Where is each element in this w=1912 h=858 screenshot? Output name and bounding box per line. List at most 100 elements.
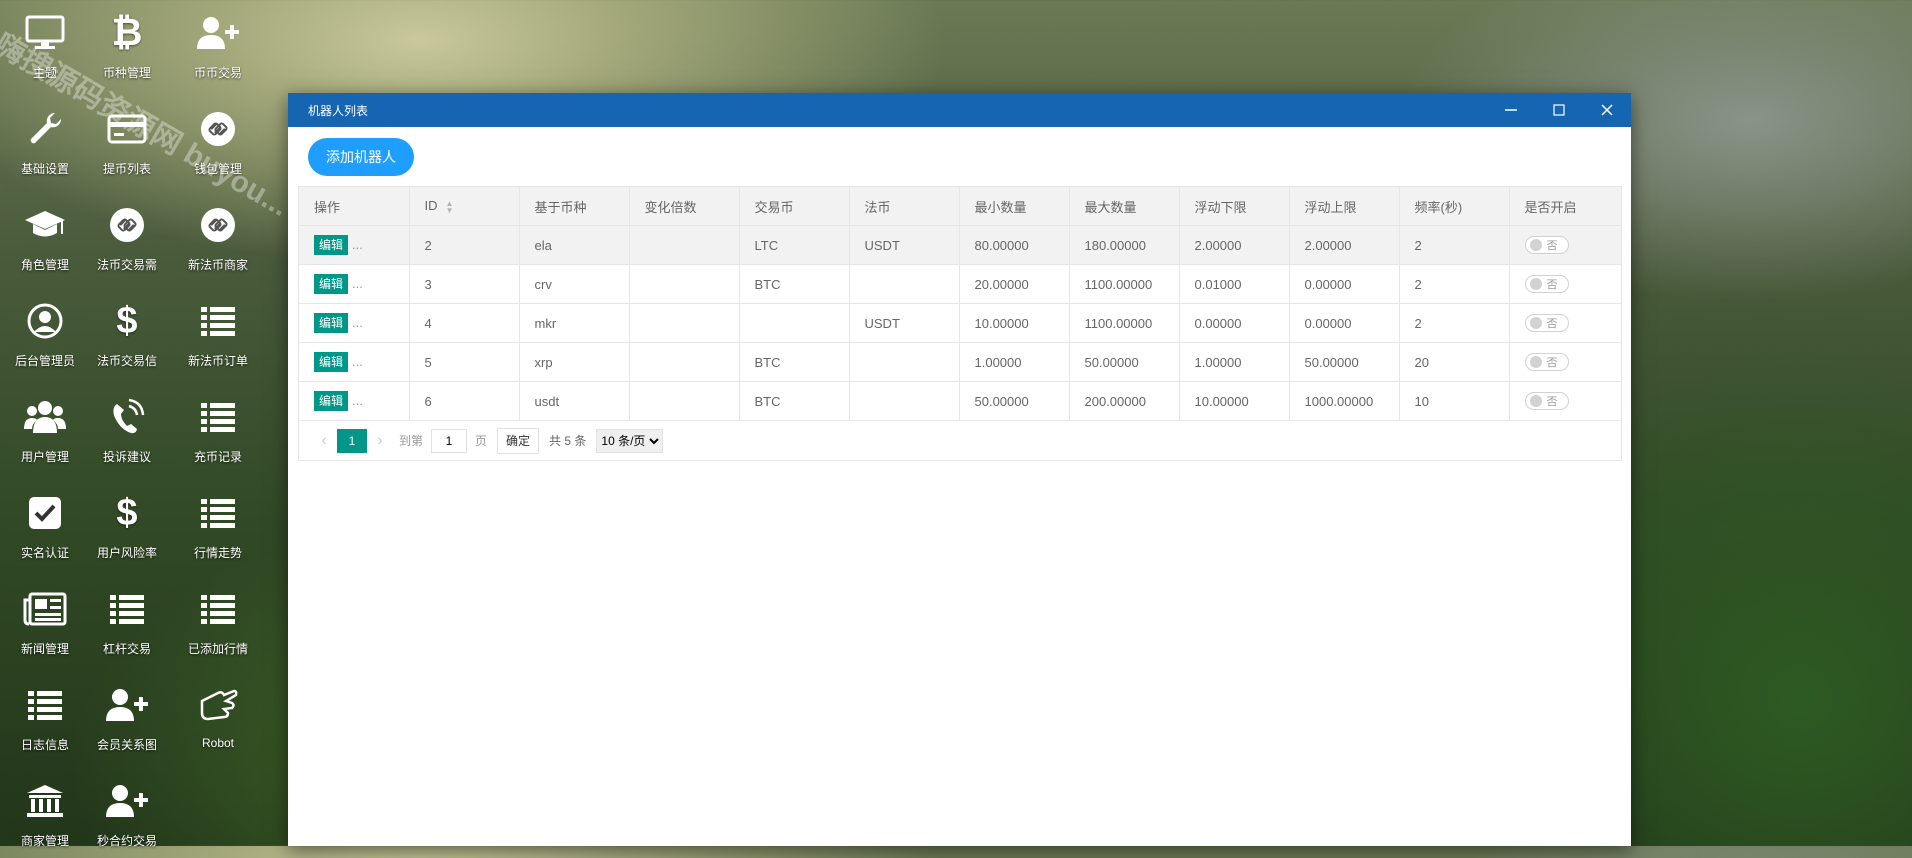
desktop-icon[interactable]: 用户管理 <box>0 384 90 474</box>
desktop-icon-label: 用户风险率 <box>96 546 157 560</box>
wrench-icon <box>20 104 70 154</box>
desktop-icon[interactable]: 钱包管理 <box>173 96 263 186</box>
desktop-icon-label: 法币交易需 <box>96 258 157 272</box>
desktop-icon[interactable]: 投诉建议 <box>82 384 172 474</box>
desktop-icon[interactable]: $ 用户风险率 <box>82 480 172 570</box>
edit-button[interactable]: 编辑 <box>314 274 349 294</box>
desktop-icon-label: 实名认证 <box>20 546 69 560</box>
desktop-icon[interactable]: 行情走势 <box>173 480 263 570</box>
desktop-icon-label: 币种管理 <box>102 66 151 80</box>
desktop-icon[interactable]: 新法币订单 <box>173 288 263 378</box>
desktop-icon[interactable]: Robot <box>173 672 263 762</box>
desktop-icon[interactable]: 商家管理 <box>0 768 90 858</box>
goto-page-input[interactable] <box>431 428 468 453</box>
list-icon <box>193 584 243 634</box>
desktop-icon[interactable]: ₿ 币种管理 <box>82 0 172 90</box>
toggle-label: 否 <box>1546 396 1558 408</box>
enabled-toggle[interactable]: 否 <box>1524 353 1569 371</box>
chain-link-icon <box>193 200 243 250</box>
desktop-icon-label: 法币交易信 <box>96 354 157 368</box>
desktop-icon[interactable]: 日志信息 <box>0 672 90 762</box>
table-row: 编辑... 2 ela LTC USDT 80.00000 180.00000 2.00000… <box>299 225 1621 265</box>
graduation-cap-icon <box>20 200 70 250</box>
minimize-icon[interactable] <box>1487 93 1535 127</box>
header-id[interactable]: ID ▲ ▼ <box>409 187 520 226</box>
desktop-icon-label: 杠杆交易 <box>102 642 151 656</box>
desktop-icon[interactable]: 币币交易 <box>173 0 263 90</box>
cell-fiat: USDT <box>849 303 960 343</box>
desktop-icon[interactable]: 充币记录 <box>173 384 263 474</box>
desktop-icon-label: 商家管理 <box>20 834 69 848</box>
desktop-icon-label: 角色管理 <box>20 258 69 272</box>
cell-fiat <box>849 342 960 382</box>
desktop-icon[interactable]: 会员关系图 <box>82 672 172 762</box>
cell-float-low: 0.00000 <box>1179 303 1290 343</box>
enabled-toggle[interactable]: 否 <box>1524 392 1569 410</box>
desktop-icon-label: 币币交易 <box>193 66 242 80</box>
desktop-icon[interactable]: 杠杆交易 <box>82 576 172 666</box>
cell-action: 编辑... <box>299 381 410 421</box>
user-circle-icon <box>20 296 70 346</box>
current-page[interactable]: 1 <box>337 428 367 453</box>
desktop-icon[interactable]: 已添加行情 <box>173 576 263 666</box>
edit-button[interactable]: 编辑 <box>314 352 349 372</box>
enabled-toggle[interactable]: 否 <box>1524 275 1569 293</box>
desktop-icon[interactable]: 后台管理员 <box>0 288 90 378</box>
desktop-icon[interactable]: 主题 <box>0 0 90 90</box>
dollar-icon: $ <box>116 492 138 534</box>
more-actions[interactable]: ... <box>352 237 363 252</box>
cell-trade-coin: BTC <box>739 264 850 304</box>
more-actions[interactable]: ... <box>352 315 363 330</box>
list-icon <box>20 680 70 730</box>
desktop-icon-label: 钱包管理 <box>193 162 242 176</box>
desktop-icon[interactable]: 秒合约交易 <box>82 768 172 858</box>
cell-enabled: 否 <box>1509 303 1621 343</box>
prev-page-icon[interactable]: ‹ <box>311 432 337 450</box>
maximize-icon[interactable] <box>1535 93 1583 127</box>
table-row: 编辑... 4 mkr USDT 10.00000 1100.00000 0.00000 0.… <box>299 303 1621 343</box>
cell-multiplier <box>629 342 740 382</box>
edit-button[interactable]: 编辑 <box>314 235 349 255</box>
cell-min-qty: 80.00000 <box>959 225 1070 265</box>
header-enabled: 是否开启 <box>1509 187 1621 226</box>
cell-id: 6 <box>409 381 520 421</box>
desktop-icon[interactable]: 实名认证 <box>0 480 90 570</box>
desktop-icon[interactable]: 新闻管理 <box>0 576 90 666</box>
cell-id: 2 <box>409 225 520 265</box>
cell-float-low: 2.00000 <box>1179 225 1290 265</box>
sort-icon[interactable]: ▲ ▼ <box>446 199 454 214</box>
desktop-icon[interactable]: 法币交易需 <box>82 192 172 282</box>
window-titlebar[interactable]: 机器人列表 <box>288 93 1631 127</box>
page-size-select[interactable]: 10 条/页 <box>596 428 664 453</box>
desktop-icon[interactable]: 基础设置 <box>0 96 90 186</box>
more-actions[interactable]: ... <box>352 354 363 369</box>
desktop-icon[interactable]: 提币列表 <box>82 96 172 186</box>
enabled-toggle[interactable]: 否 <box>1524 236 1569 254</box>
goto-confirm-button[interactable]: 确定 <box>497 427 540 454</box>
desktop-icon[interactable]: 新法币商家 <box>173 192 263 282</box>
user-plus-icon <box>102 680 152 730</box>
add-robot-button[interactable]: 添加机器人 <box>308 138 414 176</box>
total-count: 共 5 条 <box>549 434 587 448</box>
window-title: 机器人列表 <box>308 103 369 118</box>
cell-float-high: 0.00000 <box>1289 264 1400 304</box>
enabled-toggle[interactable]: 否 <box>1524 314 1569 332</box>
cell-frequency: 20 <box>1399 342 1510 382</box>
header-id-label: ID <box>424 198 438 214</box>
close-icon[interactable] <box>1583 93 1631 127</box>
cell-id: 3 <box>409 264 520 304</box>
desktop-icon[interactable]: $ 法币交易信 <box>82 288 172 378</box>
more-actions[interactable]: ... <box>352 276 363 291</box>
users-icon <box>20 392 70 442</box>
table-row: 编辑... 3 crv BTC 20.00000 1100.00000 0.01000 0.0… <box>299 264 1621 304</box>
next-page-icon[interactable]: › <box>367 432 393 450</box>
list-icon <box>193 488 243 538</box>
bank-icon <box>20 776 70 826</box>
more-actions[interactable]: ... <box>352 393 363 408</box>
edit-button[interactable]: 编辑 <box>314 391 349 411</box>
desktop-icon-label: 已添加行情 <box>187 642 248 656</box>
edit-button[interactable]: 编辑 <box>314 313 349 333</box>
newspaper-icon <box>20 584 70 634</box>
desktop-icon[interactable]: 角色管理 <box>0 192 90 282</box>
cell-min-qty: 50.00000 <box>959 381 1070 421</box>
